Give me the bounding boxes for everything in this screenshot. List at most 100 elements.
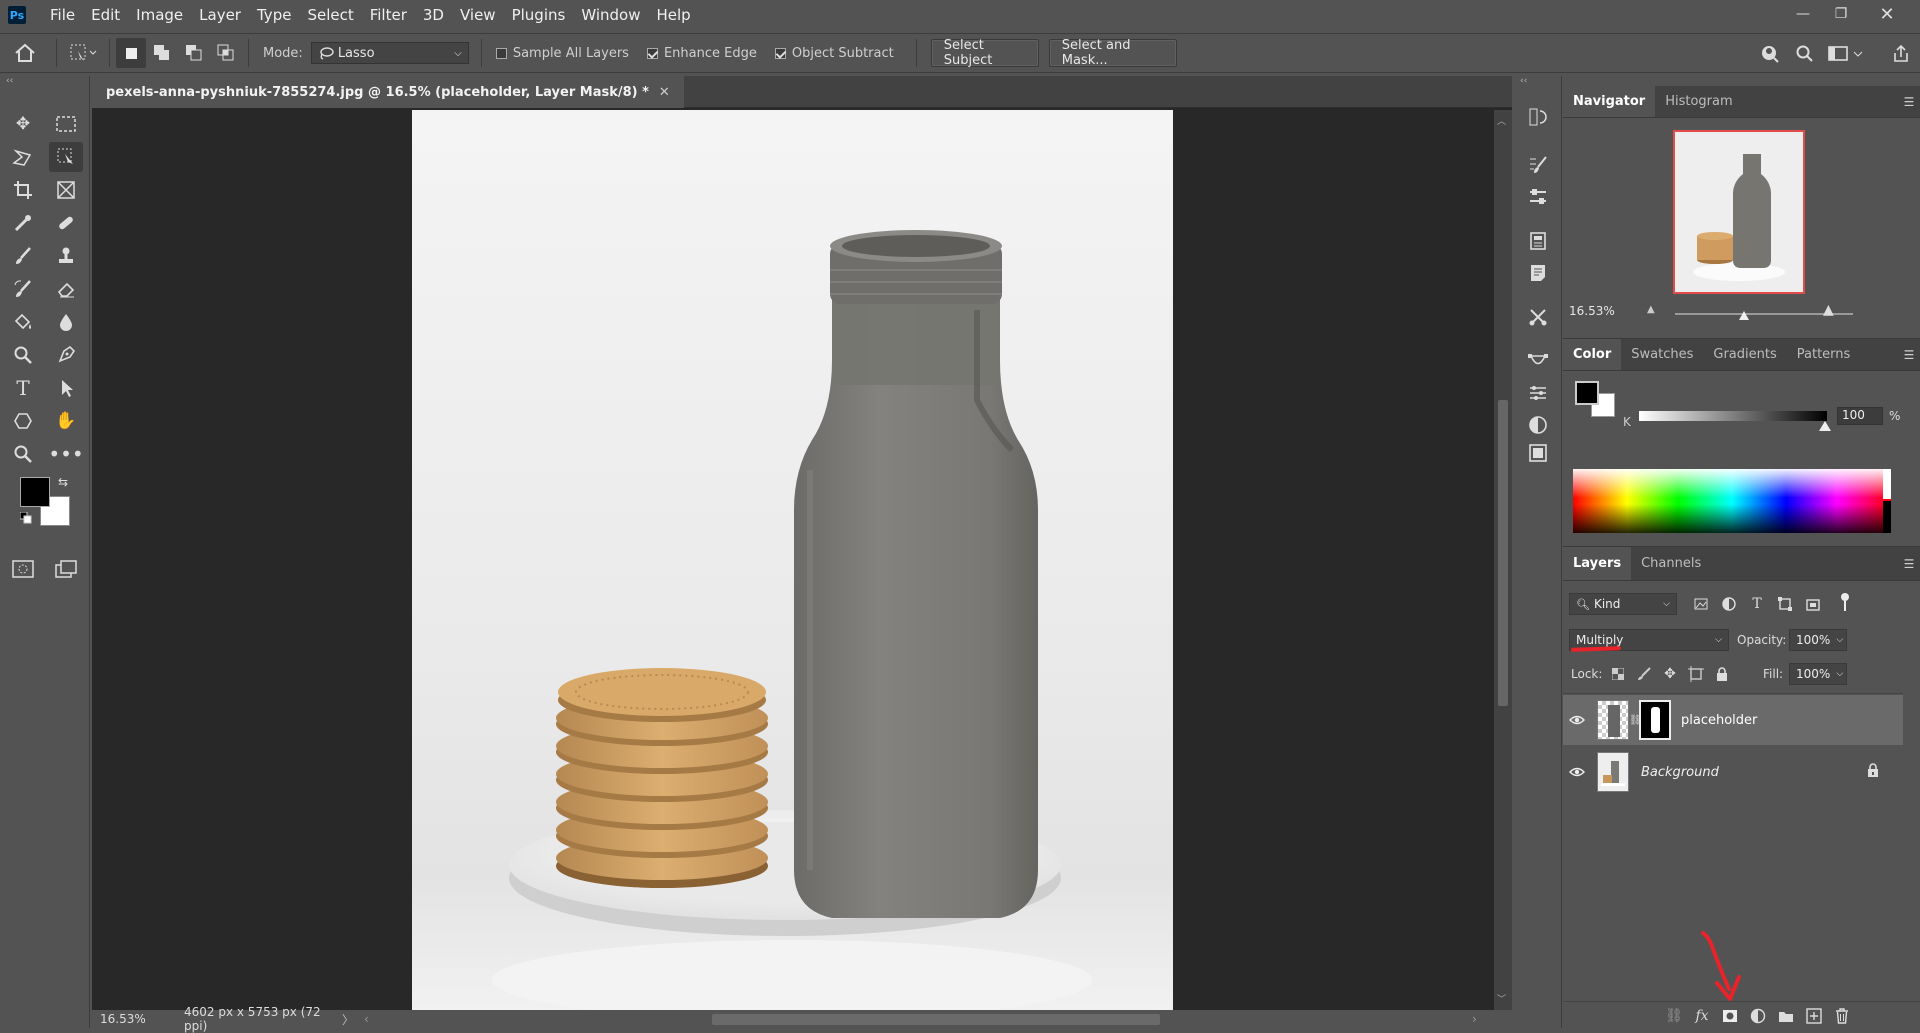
restore-icon[interactable]: ❐ xyxy=(1824,0,1858,28)
type-tool-icon[interactable]: T xyxy=(6,373,40,403)
eraser-tool-icon[interactable] xyxy=(49,274,83,304)
menu-edit[interactable]: Edit xyxy=(83,0,128,30)
filter-smart-object-icon[interactable] xyxy=(1803,595,1823,613)
delete-layer-trash-icon[interactable] xyxy=(1831,1006,1853,1026)
menu-window[interactable]: Window xyxy=(573,0,648,30)
layer-mask-thumbnail[interactable] xyxy=(1639,700,1671,740)
menu-plugins[interactable]: Plugins xyxy=(504,0,574,30)
scroll-up-icon[interactable]: ︿ xyxy=(1497,114,1506,127)
healing-brush-tool-icon[interactable] xyxy=(49,208,83,238)
menu-3d[interactable]: 3D xyxy=(415,0,452,30)
hand-tool-icon[interactable]: ✋ xyxy=(49,406,83,436)
color-spectrum[interactable] xyxy=(1573,469,1891,533)
libraries-panel-icon[interactable] xyxy=(1524,440,1552,466)
notes-panel-icon[interactable] xyxy=(1524,260,1552,286)
filter-shape-icon[interactable] xyxy=(1775,595,1795,613)
status-expand-icon[interactable]: 〉 xyxy=(342,1011,354,1028)
add-to-selection-icon[interactable] xyxy=(146,38,178,68)
new-adjustment-layer-icon[interactable] xyxy=(1747,1006,1769,1026)
document-tab[interactable]: pexels-anna-pyshniuk-7855274.jpg @ 16.5%… xyxy=(92,76,684,108)
k-channel-slider[interactable] xyxy=(1639,411,1827,421)
layer-visibility-eye-icon[interactable] xyxy=(1563,695,1591,745)
layer-thumbnail-placeholder[interactable] xyxy=(1597,700,1629,740)
sample-all-layers-checkbox[interactable]: Sample All Layers xyxy=(495,46,629,61)
history-brush-tool-icon[interactable] xyxy=(6,274,40,304)
vertical-scroll-thumb[interactable] xyxy=(1498,400,1508,706)
frame-tool-icon[interactable] xyxy=(49,175,83,205)
styles-panel-icon[interactable] xyxy=(1524,412,1552,438)
home-icon[interactable] xyxy=(0,33,50,73)
object-subtract-checkbox[interactable]: Object Subtract xyxy=(774,46,894,61)
scroll-left-icon[interactable]: ‹ xyxy=(364,1012,369,1026)
pen-tool-icon[interactable] xyxy=(49,340,83,370)
crop-tool-icon[interactable] xyxy=(6,175,40,205)
navigator-preview[interactable] xyxy=(1673,130,1805,294)
horizontal-scroll-thumb[interactable] xyxy=(712,1014,1160,1025)
select-subject-button[interactable]: Select Subject xyxy=(930,38,1039,68)
close-icon[interactable]: ✕ xyxy=(1870,0,1904,28)
lock-image-pixels-icon[interactable] xyxy=(1635,665,1653,683)
collapse-arrows-icon[interactable]: ‹‹ xyxy=(6,76,13,86)
opacity-input[interactable]: 100% ⌵ xyxy=(1789,629,1847,651)
zoom-in-icon[interactable]: ▲ xyxy=(1823,302,1834,318)
filter-toggle-icon[interactable] xyxy=(1841,593,1849,601)
workspace-switcher-icon[interactable] xyxy=(1826,40,1866,68)
new-selection-icon[interactable] xyxy=(116,38,146,68)
layer-row-placeholder[interactable]: ⛓ placeholder xyxy=(1563,695,1903,745)
checkbox-object-subtract[interactable] xyxy=(774,47,786,59)
properties-panel-icon[interactable] xyxy=(1524,228,1552,254)
fill-input[interactable]: 100% ⌵ xyxy=(1789,663,1847,685)
minimize-icon[interactable]: — xyxy=(1786,0,1820,28)
navigator-zoom-handle[interactable] xyxy=(1739,311,1749,320)
lasso-tool-icon[interactable] xyxy=(6,142,40,172)
intersect-selection-icon[interactable] xyxy=(210,38,242,68)
tab-swatches[interactable]: Swatches xyxy=(1621,339,1703,370)
checkbox-sample-all[interactable] xyxy=(495,47,507,59)
screen-mode-icon[interactable] xyxy=(49,554,83,584)
paths-panel-icon[interactable] xyxy=(1524,348,1552,374)
filter-adjustment-icon[interactable] xyxy=(1719,595,1739,613)
image-canvas[interactable] xyxy=(412,110,1173,1010)
brush-settings-icon[interactable] xyxy=(1524,152,1552,178)
move-tool-icon[interactable]: ✥ xyxy=(6,109,40,139)
layer-visibility-eye-icon[interactable] xyxy=(1563,747,1591,797)
tab-patterns[interactable]: Patterns xyxy=(1787,339,1861,370)
lock-position-icon[interactable]: ✥ xyxy=(1661,665,1679,683)
color-foreground-swatch[interactable] xyxy=(1575,381,1599,405)
link-layers-icon[interactable]: ⛓ xyxy=(1663,1006,1685,1026)
layer-row-background[interactable]: Background xyxy=(1563,747,1903,797)
layer-name-background[interactable]: Background xyxy=(1641,765,1719,780)
layer-filter-kind-select[interactable]: 🔍︎ Kind ⌵ xyxy=(1569,593,1677,615)
menu-type[interactable]: Type xyxy=(249,0,299,30)
vertical-scrollbar[interactable]: ︿ ﹀ xyxy=(1494,110,1512,1010)
layers-menu-icon[interactable]: ☰ xyxy=(1898,547,1920,580)
menu-select[interactable]: Select xyxy=(299,0,361,30)
object-selection-tool-icon[interactable] xyxy=(49,142,83,172)
search-icon[interactable] xyxy=(1792,40,1818,68)
filter-type-icon[interactable]: T xyxy=(1747,595,1767,613)
layer-name-placeholder[interactable]: placeholder xyxy=(1681,713,1757,728)
new-group-folder-icon[interactable] xyxy=(1775,1006,1797,1026)
history-panel-icon[interactable] xyxy=(1524,104,1552,130)
menu-layer[interactable]: Layer xyxy=(191,0,249,30)
dodge-tool-icon[interactable] xyxy=(6,340,40,370)
select-and-mask-button[interactable]: Select and Mask... xyxy=(1048,38,1177,68)
tab-layers[interactable]: Layers xyxy=(1563,547,1632,580)
zoom-tool-icon[interactable] xyxy=(6,439,40,469)
collapse-strip-icon[interactable]: ‹‹ xyxy=(1520,76,1527,86)
scroll-down-icon[interactable]: ﹀ xyxy=(1497,992,1506,1005)
add-layer-style-fx-icon[interactable]: fx xyxy=(1691,1006,1713,1026)
adjustments-panel-icon[interactable] xyxy=(1524,380,1552,406)
spectrum-black-swatch[interactable] xyxy=(1883,501,1891,533)
mode-select[interactable]: Lasso ⌵ xyxy=(310,42,469,64)
k-value-input[interactable]: 100 xyxy=(1837,407,1883,425)
tab-gradients[interactable]: Gradients xyxy=(1703,339,1786,370)
share-cloud-user-icon[interactable] xyxy=(1758,40,1784,68)
share-icon[interactable] xyxy=(1888,40,1914,68)
paint-bucket-tool-icon[interactable] xyxy=(6,307,40,337)
menu-view[interactable]: View xyxy=(452,0,504,30)
brush-tool-icon[interactable] xyxy=(6,241,40,271)
swap-colors-icon[interactable]: ⇆ xyxy=(58,475,68,489)
lock-artboard-icon[interactable] xyxy=(1687,665,1705,683)
color-menu-icon[interactable]: ☰ xyxy=(1898,339,1920,370)
